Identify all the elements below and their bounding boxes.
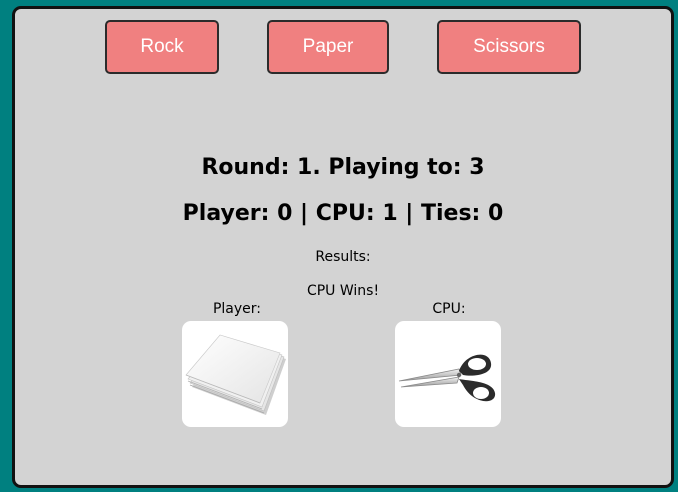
player-pick-label: Player:	[212, 301, 262, 317]
cpu-pick-image	[395, 321, 501, 427]
scissors-icon	[398, 354, 496, 402]
results-text: CPU Wins!	[306, 283, 380, 299]
rock-button[interactable]: Rock	[105, 20, 219, 74]
game-panel: Rock Paper Scissors Round: 1. Playing to…	[12, 6, 674, 488]
player-pick-image	[182, 321, 288, 427]
results-label: Results:	[315, 249, 371, 265]
paper-stack-icon	[185, 334, 286, 415]
score-board: Player: 0 | CPU: 1 | Ties: 0	[182, 201, 504, 226]
round-status: Round: 1. Playing to: 3	[201, 155, 485, 180]
paper-button[interactable]: Paper	[267, 20, 389, 74]
cpu-pick-label: CPU:	[432, 301, 466, 317]
scissors-button[interactable]: Scissors	[437, 20, 581, 74]
